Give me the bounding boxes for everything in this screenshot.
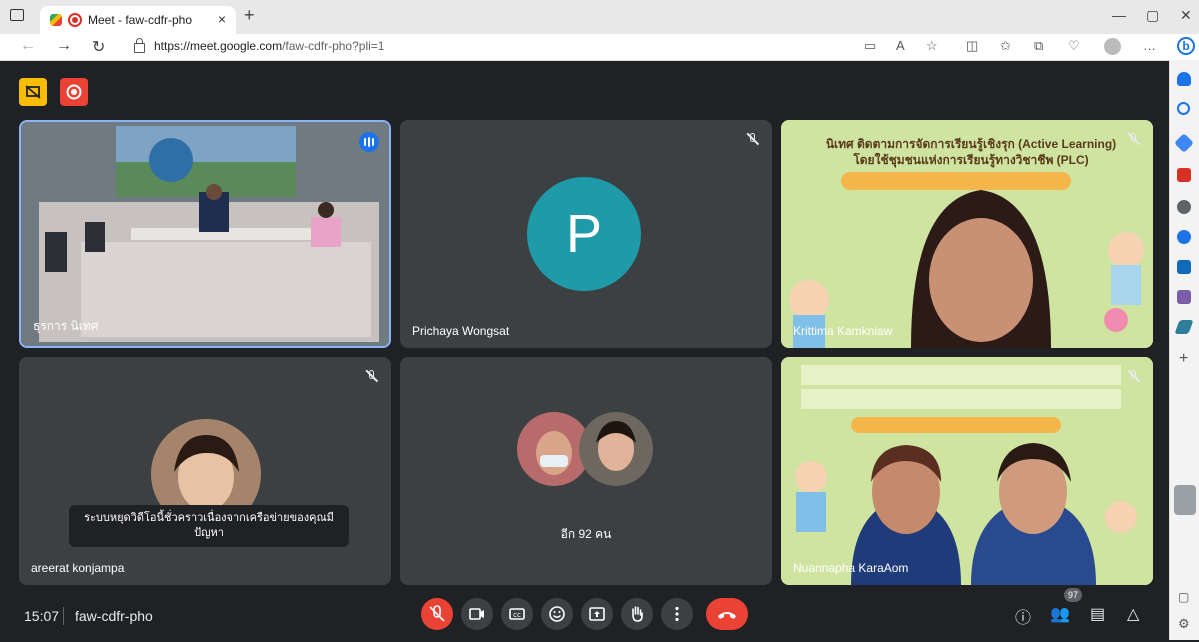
favorite-star-icon[interactable]: ☆ <box>926 38 938 54</box>
notification-icon[interactable] <box>1177 72 1191 86</box>
recording-icon <box>68 13 82 27</box>
presentation-background-video <box>781 357 1153 585</box>
participant-name: Prichaya Wongsat <box>412 324 510 338</box>
captions-button[interactable]: cc <box>501 598 533 630</box>
close-tab-icon[interactable]: × <box>218 11 226 27</box>
recording-button[interactable] <box>60 78 88 106</box>
lock-icon <box>134 38 145 53</box>
mic-off-icon <box>746 132 760 146</box>
avatar: P <box>527 177 641 291</box>
tab-title: Meet - faw-cdfr-pho <box>88 13 193 27</box>
hand-icon <box>632 606 643 622</box>
shopping-icon[interactable] <box>1174 133 1194 153</box>
camera-icon <box>469 608 484 620</box>
raise-hand-button[interactable] <box>621 598 653 630</box>
participant-name: ธุรการ นิเทศ <box>33 319 99 333</box>
others-tile[interactable]: อีก 92 คน <box>400 357 772 585</box>
restore-icon[interactable]: ▢ <box>1146 7 1159 24</box>
outlook-icon[interactable] <box>1177 260 1191 274</box>
participant-tile[interactable]: Nuannapha KaraAom <box>781 357 1153 585</box>
mic-off-icon <box>1127 369 1141 383</box>
emoji-icon <box>549 606 565 622</box>
meeting-room-video <box>21 122 389 346</box>
tab-actions-icon[interactable] <box>10 9 24 21</box>
cast-off-button[interactable] <box>19 78 47 106</box>
sidebar-settings-icon[interactable]: ⚙ <box>1178 616 1190 632</box>
meeting-details-icon[interactable]: ⓘ <box>1015 604 1031 628</box>
bing-copilot-button[interactable]: b <box>1173 34 1199 60</box>
captions-icon: cc <box>509 608 525 620</box>
more-vert-icon <box>675 606 679 622</box>
network-issue-caption: ระบบหยุดวิดีโอนี้ชั่วคราวเนื่องจากเครือข… <box>69 505 349 547</box>
refresh-icon[interactable]: ↻ <box>92 37 105 57</box>
slide-subtitle: โดยใช้ชุมชนแห่งการเรียนรู้ทางวิชาชีพ (PL… <box>853 153 1089 167</box>
add-sidebar-app-icon[interactable]: + <box>1179 350 1188 368</box>
url-domain: https://meet.google.com <box>154 39 283 53</box>
meeting-code: faw-cdfr-pho <box>75 608 153 624</box>
hide-sidebar-icon[interactable]: ▢ <box>1178 590 1189 604</box>
people-icon[interactable]: 👥 <box>1050 604 1070 624</box>
more-menu-icon[interactable]: … <box>1143 38 1156 53</box>
games-icon[interactable] <box>1177 200 1191 214</box>
designer-icon[interactable] <box>1177 290 1191 304</box>
more-options-button[interactable] <box>661 598 693 630</box>
mic-off-icon <box>429 605 445 622</box>
meet-favicon-icon <box>50 14 62 26</box>
sidebar-scroll-icon[interactable] <box>1174 485 1196 515</box>
favorites-icon[interactable]: ✩ <box>1000 38 1011 54</box>
split-screen-icon[interactable]: ◫ <box>966 38 978 54</box>
camera-permission-icon[interactable]: ▭ <box>864 38 876 54</box>
profile-avatar[interactable] <box>1104 38 1121 55</box>
meeting-clock: 15:07 <box>24 608 60 624</box>
slide-title: นิเทศ ติดตามการจัดการเรียนรู้เชิงรุก (Ac… <box>825 137 1117 151</box>
back-icon[interactable]: ← <box>20 37 36 55</box>
read-aloud-icon[interactable]: A <box>896 38 905 53</box>
mic-off-icon <box>1127 132 1141 146</box>
reactions-button[interactable] <box>541 598 573 630</box>
url-field[interactable]: https://meet.google.com/faw-cdfr-pho?pli… <box>128 36 908 56</box>
browser-essentials-icon[interactable]: ♡ <box>1068 38 1080 54</box>
svg-text:cc: cc <box>513 611 521 619</box>
meet-stage: ธุรการ นิเทศ P Prichaya Wongsat นิเทศ ติ… <box>0 61 1168 640</box>
browser-tab[interactable]: Meet - faw-cdfr-pho × <box>40 6 236 34</box>
participant-tile[interactable]: P Prichaya Wongsat <box>400 120 772 348</box>
leave-call-button[interactable] <box>706 598 748 630</box>
close-window-icon[interactable]: ✕ <box>1180 7 1192 24</box>
camera-toggle-button[interactable] <box>461 598 493 630</box>
forward-icon[interactable]: → <box>56 37 72 55</box>
others-avatars <box>517 412 653 486</box>
cast-off-icon <box>25 85 41 99</box>
bing-icon: b <box>1177 37 1195 55</box>
tools-icon[interactable] <box>1177 168 1191 182</box>
edge-sidebar: + ▢ ⚙ <box>1169 60 1199 640</box>
present-screen-button[interactable] <box>581 598 613 630</box>
minimize-icon[interactable]: — <box>1112 7 1126 23</box>
mic-off-icon <box>365 369 379 383</box>
drop-icon[interactable] <box>1174 320 1194 334</box>
participant-tile[interactable]: นิเทศ ติดตามการจัดการเรียนรู้เชิงรุก (Ac… <box>781 120 1153 348</box>
collections-icon[interactable]: ⧉ <box>1034 38 1043 54</box>
present-icon <box>589 607 605 621</box>
address-bar: ← → ↻ https://meet.google.com/faw-cdfr-p… <box>0 34 1199 61</box>
hangup-icon <box>718 612 736 619</box>
divider <box>63 607 64 625</box>
mic-toggle-button[interactable] <box>421 598 453 630</box>
meeting-controls-bar: 15:07 faw-cdfr-pho cc ⓘ 97 👥 ▤ △ <box>0 588 1168 640</box>
participant-name: Krittima Kamkniaw <box>793 324 893 338</box>
activities-icon[interactable]: △ <box>1127 604 1139 624</box>
participant-tile[interactable]: ระบบหยุดวิดีโอนี้ชั่วคราวเนื่องจากเครือข… <box>19 357 391 585</box>
participant-name: areerat konjampa <box>31 561 125 575</box>
microsoft-365-icon[interactable] <box>1177 230 1191 244</box>
speaking-indicator-icon <box>359 132 379 152</box>
search-icon[interactable] <box>1177 102 1190 115</box>
chat-icon[interactable]: ▤ <box>1090 604 1105 624</box>
new-tab-icon[interactable]: + <box>244 5 255 26</box>
more-participants-label: อีก 92 คน <box>560 527 612 541</box>
url-path: /faw-cdfr-pho?pli=1 <box>282 39 385 53</box>
recording-indicator-icon <box>66 84 82 100</box>
browser-tab-bar: Meet - faw-cdfr-pho × + — ▢ ✕ <box>0 0 1199 34</box>
participant-name: Nuannapha KaraAom <box>793 561 909 575</box>
participant-tile[interactable]: ธุรการ นิเทศ <box>19 120 391 348</box>
participant-count-badge: 97 <box>1064 588 1082 602</box>
